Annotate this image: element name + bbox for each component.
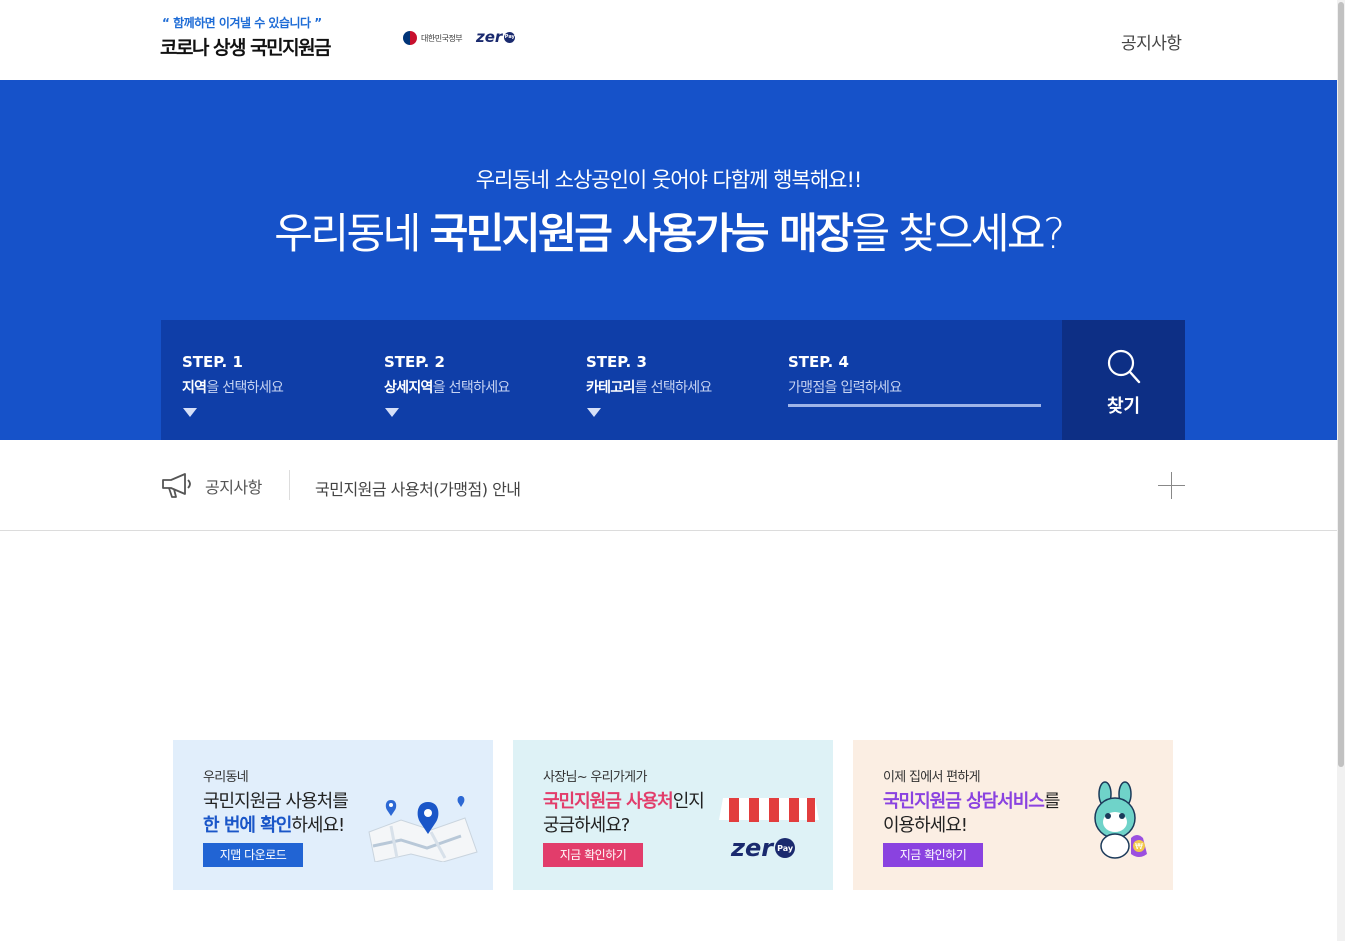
hero-title-post: 을 찾으세요? [851, 209, 1065, 258]
banner-map-app[interactable]: 우리동네 국민지원금 사용처를 한 번에 확인하세요! 지맵 다운로드 [173, 740, 493, 890]
chevron-down-icon [385, 408, 399, 417]
government-mark: 대한민국정부 [403, 31, 463, 45]
banner-line-1: 국민지원금 상담서비스를 [883, 787, 1061, 813]
banner-line-1: 국민지원금 사용처를 [203, 791, 349, 812]
plus-icon[interactable] [1158, 472, 1185, 499]
map-pin-icon [368, 796, 478, 862]
rabbit-mascot-icon: ₩ [1094, 781, 1147, 859]
step-region-select[interactable]: STEP. 1 지역을 선택하세요 [182, 353, 284, 417]
notice-label: 공지사항 [205, 478, 262, 497]
government-label: 대한민국정부 [421, 33, 463, 43]
step-highlight: 카테고리 [586, 380, 635, 396]
step-highlight: 지역 [182, 380, 207, 396]
chevron-down-icon [587, 408, 601, 417]
step-rest: 을 선택하세요 [432, 380, 511, 396]
step-rest: 을 선택하세요 [206, 380, 284, 396]
step-store-name: STEP. 4 [788, 353, 849, 371]
banner-kicker: 우리동네 [203, 770, 249, 785]
search-button[interactable]: 찾기 [1062, 320, 1185, 440]
banner-line-2: 한 번에 확인하세요! [203, 811, 345, 837]
zeropay-pay-badge: Pay [504, 31, 516, 43]
banner-kicker: 사장님~ 우리가게가 [543, 770, 647, 785]
hero-title-bold: 국민지원금 사용가능 매장 [429, 209, 854, 258]
step-label: STEP. 2 [384, 353, 445, 371]
search-button-label: 찾기 [1106, 396, 1141, 417]
hero-subtitle: 우리동네 소상공인이 웃어야 다함께 행복해요!! [475, 168, 863, 192]
step-description: 상세지역을 선택하세요 [384, 377, 510, 397]
notice-bar: 공지사항 국민지원금 사용처(가맹점) 안내 [0, 440, 1337, 531]
step-description: 카테고리를 선택하세요 [586, 377, 712, 397]
hero-title-pre: 우리동네 [274, 209, 430, 258]
banner-highlight: 국민지원금 상담서비스 [883, 791, 1045, 812]
logo-title: 코로나 상생 국민지원금 [160, 37, 332, 59]
banner-consult-service[interactable]: 이제 집에서 편하게 국민지원금 상담서비스를 이용하세요! 지금 확인하기 ₩ [853, 740, 1173, 890]
step-rest: 를 선택하세요 [634, 380, 713, 396]
store-search-form: STEP. 1 지역을 선택하세요 STEP. 2 상세지역을 선택하세요 ST… [161, 320, 1062, 440]
scrollbar-thumb[interactable] [1338, 2, 1344, 767]
step-category-select[interactable]: STEP. 3 카테고리를 선택하세요 [586, 353, 712, 417]
page-scrollbar[interactable] [1337, 0, 1345, 941]
logo-slogan: “ 함께하면 이겨낼 수 있습니다 ” [162, 16, 322, 30]
banner-kicker: 이제 집에서 편하게 [883, 770, 981, 785]
site-header: “ 함께하면 이겨낼 수 있습니다 ” 코로나 상생 국민지원금 대한민국정부 … [0, 0, 1337, 80]
step-highlight: 상세지역 [384, 380, 433, 396]
banner-highlight: 국민지원금 사용처 [543, 791, 674, 812]
step-label: STEP. 3 [586, 353, 647, 371]
megaphone-icon [162, 473, 191, 498]
store-awning-icon [719, 798, 819, 822]
divider [289, 470, 290, 500]
svg-text:₩: ₩ [1135, 842, 1143, 851]
banner-line-2: 궁금하세요? [543, 815, 630, 836]
step-description: 지역을 선택하세요 [182, 377, 284, 397]
banner-line-1: 국민지원금 사용처인지 [543, 787, 705, 813]
zeropay-logo-text: zer [476, 28, 503, 46]
banner-text: 를 [1043, 791, 1061, 812]
chevron-down-icon [183, 408, 197, 417]
taegeuk-icon [403, 31, 417, 45]
notice-headline-link[interactable]: 국민지원금 사용처(가맹점) 안내 [315, 476, 521, 500]
site-logo[interactable]: “ 함께하면 이겨낼 수 있습니다 ” 코로나 상생 국민지원금 [160, 14, 332, 60]
hero-title: 우리동네 국민지원금 사용가능 매장을 찾으세요? [0, 200, 1337, 261]
banner-highlight: 한 번에 확인 [203, 815, 292, 836]
store-name-input[interactable] [788, 375, 1041, 407]
step-detail-region-select[interactable]: STEP. 2 상세지역을 선택하세요 [384, 353, 510, 417]
banner-text: 인지 [672, 791, 705, 812]
nav-notice-link[interactable]: 공지사항 [1121, 29, 1182, 54]
step-label: STEP. 4 [788, 353, 849, 371]
zeropay-logo: zer Pay [476, 28, 516, 46]
zeropay-logo-text: zer [731, 834, 774, 862]
check-now-button[interactable]: 지금 확인하기 [883, 843, 983, 867]
banner-zeropay-check[interactable]: 사장님~ 우리가게가 국민지원금 사용처인지 궁금하세요? 지금 확인하기 ze… [513, 740, 833, 890]
step-label: STEP. 1 [182, 353, 243, 371]
banner-line-2: 이용하세요! [883, 815, 968, 836]
check-now-button[interactable]: 지금 확인하기 [543, 843, 643, 867]
map-download-button[interactable]: 지맵 다운로드 [203, 843, 303, 867]
zeropay-pay-badge: Pay [775, 838, 796, 858]
banner-text: 하세요! [291, 815, 345, 836]
search-icon [1107, 349, 1141, 384]
zeropay-logo: zer Pay [731, 834, 796, 862]
